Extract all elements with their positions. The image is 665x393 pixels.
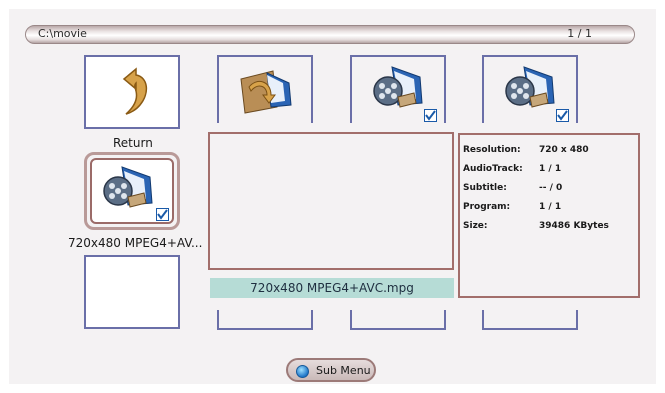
info-panel: Resolution: 720 x 480 AudioTrack: 1 / 1 Su… (458, 133, 640, 298)
video-file-icon (505, 66, 555, 108)
preview-window (208, 132, 454, 270)
info-subtitle: Subtitle: -- / 0 (463, 183, 562, 193)
info-value: 1 / 1 (539, 202, 562, 212)
filename-bar: 720x480 MPEG4+AVC.mpg (210, 278, 454, 298)
tile-bottom-3[interactable] (482, 310, 578, 330)
selected-video-tile[interactable] (90, 158, 174, 224)
path-bar: C:\movie 1 / 1 (25, 25, 635, 44)
info-value: -- / 0 (539, 183, 563, 193)
info-resolution: Resolution: 720 x 480 (463, 145, 589, 155)
info-label: AudioTrack: (463, 164, 523, 174)
selected-item-label: 720x480 MPEG4+AV... (68, 236, 203, 250)
empty-tile[interactable] (84, 255, 180, 329)
page-indicator: 1 / 1 (567, 27, 592, 40)
video-tile-2[interactable] (482, 55, 578, 123)
info-label: Size: (463, 221, 488, 231)
info-audiotrack: AudioTrack: 1 / 1 (463, 164, 561, 174)
info-label: Subtitle: (463, 183, 507, 193)
blue-dot-icon (296, 365, 309, 378)
submenu-label: Sub Menu (316, 364, 371, 377)
info-label: Program: (463, 202, 511, 212)
folder-up-tile[interactable] (217, 55, 313, 123)
video-file-icon (103, 166, 153, 208)
info-size: Size: 39486 KBytes (463, 221, 609, 231)
folder-back-icon (240, 70, 292, 114)
return-label: Return (113, 136, 153, 150)
checkbox-icon (556, 109, 569, 122)
info-value: 720 x 480 (539, 145, 589, 155)
info-program: Program: 1 / 1 (463, 202, 561, 212)
checkbox-icon (424, 109, 437, 122)
submenu-button[interactable]: Sub Menu (286, 358, 376, 382)
info-value: 39486 KBytes (539, 221, 609, 231)
video-tile-1[interactable] (350, 55, 446, 123)
return-arrow-icon (122, 67, 148, 115)
current-path: C:\movie (38, 27, 87, 40)
tile-bottom-1[interactable] (217, 310, 313, 330)
return-tile[interactable] (84, 55, 180, 129)
info-value: 1 / 1 (539, 164, 562, 174)
checkbox-icon (156, 208, 169, 221)
info-label: Resolution: (463, 145, 521, 155)
tile-bottom-2[interactable] (350, 310, 446, 330)
video-file-icon (373, 66, 423, 108)
